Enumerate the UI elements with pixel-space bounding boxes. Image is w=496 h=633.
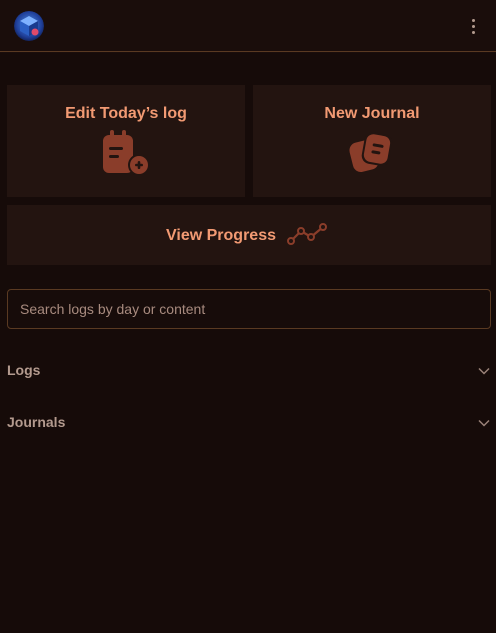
chevron-down-icon (477, 416, 491, 430)
chevron-down-icon (477, 364, 491, 378)
view-progress-label: View Progress (166, 227, 276, 244)
search-input[interactable] (7, 289, 491, 329)
kebab-dot (471, 24, 475, 28)
main-content: Edit Today’s log New Journal View Progre… (0, 53, 496, 633)
journals-section-label: Journals (7, 414, 66, 430)
logs-section-label: Logs (7, 362, 41, 378)
logs-section-toggle[interactable]: Logs (7, 360, 491, 382)
more-options-button[interactable] (462, 14, 484, 38)
top-app-bar (0, 0, 496, 52)
new-journal-label: New Journal (324, 105, 420, 122)
notes-stack-icon (347, 129, 399, 182)
edit-today-log-label: Edit Today’s log (65, 105, 187, 122)
kebab-dot (471, 30, 475, 34)
journals-section-toggle[interactable]: Journals (7, 412, 491, 434)
kebab-dot (471, 18, 475, 22)
app-logo-icon[interactable] (14, 11, 44, 41)
trend-line-icon (287, 223, 329, 252)
calendar-add-icon (101, 129, 153, 182)
edit-today-log-card[interactable]: Edit Today’s log (7, 85, 245, 197)
view-progress-card[interactable]: View Progress (7, 205, 491, 265)
new-journal-card[interactable]: New Journal (253, 85, 491, 197)
